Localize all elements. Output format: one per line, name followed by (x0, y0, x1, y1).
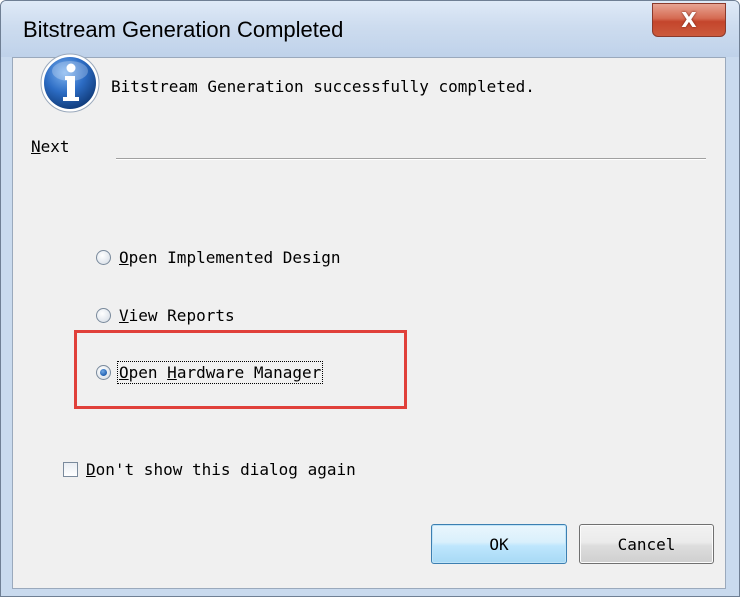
radio-open-implemented-design[interactable]: Open Implemented Design (96, 248, 341, 267)
cancel-button-label: Cancel (617, 534, 676, 554)
dialog-window: Bitstream Generation Completed X Bitstre… (0, 0, 740, 597)
radio-label-rest: iew Reports (128, 306, 235, 325)
radio-label-rest: pen Implemented Design (128, 248, 341, 267)
info-icon (40, 53, 100, 113)
radio-button[interactable] (96, 308, 111, 323)
radio-button[interactable] (96, 250, 111, 265)
dont-show-again-checkbox[interactable]: Don't show this dialog again (63, 460, 356, 479)
title-bar[interactable]: Bitstream Generation Completed X (1, 1, 739, 57)
completion-message: Bitstream Generation successfully comple… (111, 77, 535, 96)
annotation-highlight-box (74, 330, 407, 409)
checkbox-label-rest: on't show this dialog again (95, 460, 356, 479)
radio-label: View Reports (119, 306, 235, 325)
next-section-label: Next (31, 137, 70, 156)
checkbox[interactable] (63, 462, 78, 477)
radio-label: Open Implemented Design (119, 248, 341, 267)
close-button[interactable]: X (652, 3, 726, 37)
dialog-title: Bitstream Generation Completed (23, 17, 344, 42)
radio-mnemonic: O (119, 248, 129, 267)
ok-button-label: OK (489, 534, 509, 554)
ok-button[interactable]: OK (431, 524, 567, 564)
next-mnemonic: N (31, 137, 41, 156)
checkbox-label: Don't show this dialog again (86, 460, 356, 479)
radio-mnemonic: V (119, 306, 129, 325)
cancel-button[interactable]: Cancel (579, 524, 714, 564)
next-label-rest: ext (40, 137, 70, 156)
radio-view-reports[interactable]: View Reports (96, 306, 235, 325)
checkbox-mnemonic: D (86, 460, 96, 479)
next-separator (116, 158, 706, 160)
close-icon: X (681, 8, 697, 32)
